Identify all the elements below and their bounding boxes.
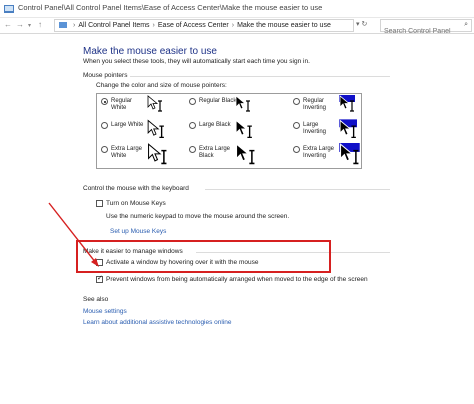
annotation-arrow-icon bbox=[48, 202, 99, 267]
